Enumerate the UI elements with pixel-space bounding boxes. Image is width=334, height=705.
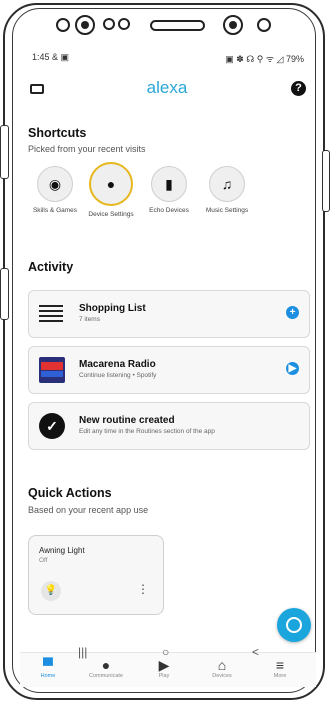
activity-card-routine[interactable]: ✓ New routine created Edit any time in t… <box>28 402 310 450</box>
shortcut-circle: ◉ <box>37 166 73 202</box>
shortcuts-subtitle: Picked from your recent visits <box>28 144 146 154</box>
shortcut-skills-games[interactable]: ◉ Skills & Games <box>28 166 82 215</box>
card-meta: Continue listening • Spotify <box>79 372 157 379</box>
speaker-grille <box>150 20 205 31</box>
device-icon: ● <box>106 176 116 192</box>
sensor-icon <box>103 18 115 30</box>
recent-apps-icon[interactable]: ||| <box>78 645 87 659</box>
power-button <box>322 150 330 212</box>
echo-device-icon: ▮ <box>165 175 173 192</box>
nav-label: Devices <box>212 673 232 679</box>
shortcut-circle: ▮ <box>151 166 187 202</box>
shortcuts-title: Shortcuts <box>28 126 87 140</box>
shortcuts-row: ◉ Skills & Games ● Device Settings ▮ Ech… <box>28 162 308 236</box>
card-meta: 7 items <box>79 316 100 323</box>
alexa-voice-button[interactable] <box>277 608 311 642</box>
sensor-icon <box>257 18 271 32</box>
status-right: ▣ ✽ ☊ ⚲ ᯤ ◿ 79% <box>225 52 304 65</box>
album-art <box>39 357 65 383</box>
shortcut-device-settings[interactable]: ● Device Settings <box>84 162 138 219</box>
shortcut-music-settings[interactable]: ♫ Music Settings <box>200 166 254 215</box>
activity-card-shopping-list[interactable]: Shopping List 7 items + <box>28 290 310 338</box>
app-bar: alexa ? <box>22 78 312 104</box>
help-icon[interactable]: ? <box>291 81 306 96</box>
camera-icon <box>223 15 243 35</box>
status-right-icons: ▣ ✽ ☊ ⚲ ᯤ ◿ <box>225 54 284 64</box>
sensor-icon <box>118 18 130 30</box>
card-meta: Edit any time in the Routines section of… <box>79 428 215 435</box>
battery-level: 79% <box>285 54 304 64</box>
nav-label: More <box>273 673 287 679</box>
phone-top-hardware <box>0 14 334 40</box>
shortcut-circle: ● <box>89 162 133 206</box>
card-title: Macarena Radio <box>79 359 156 370</box>
nav-label: Home <box>40 673 56 679</box>
nav-label: Play <box>158 673 170 679</box>
card-title: Shopping List <box>79 303 146 314</box>
quick-action-state: Off <box>39 557 48 564</box>
shortcut-label: Skills & Games <box>32 207 78 214</box>
sensor-icon <box>56 18 70 32</box>
side-button <box>0 268 9 320</box>
quick-action-title: Awning Light <box>39 546 85 555</box>
music-note-icon: ♫ <box>221 176 233 192</box>
location-pin-icon: ◉ <box>48 175 62 192</box>
status-left-icons: & ▣ <box>52 52 70 62</box>
shortcut-label: Echo Devices <box>149 207 189 214</box>
shortcut-echo-devices[interactable]: ▮ Echo Devices <box>142 166 196 215</box>
light-bulb-icon[interactable]: 💡 <box>41 581 61 601</box>
system-navigation: ||| ○ < <box>22 645 312 667</box>
play-icon[interactable]: ▶ <box>286 362 299 375</box>
card-title: New routine created <box>79 415 175 426</box>
shortcut-label: Music Settings <box>205 207 249 214</box>
home-button-icon[interactable]: ○ <box>162 645 169 659</box>
activity-card-radio[interactable]: Macarena Radio Continue listening • Spot… <box>28 346 310 394</box>
checkmark-icon: ✓ <box>39 413 65 439</box>
quick-actions-title: Quick Actions <box>28 486 112 500</box>
add-icon[interactable]: + <box>286 306 299 319</box>
alexa-logo: alexa <box>146 78 188 97</box>
status-bar: 1:45 & ▣ ▣ ✽ ☊ ⚲ ᯤ ◿ 79% <box>32 52 304 65</box>
status-left: 1:45 & ▣ <box>32 52 69 65</box>
front-camera-icon <box>75 15 95 35</box>
activity-title: Activity <box>28 260 74 274</box>
back-icon[interactable]: < <box>252 645 259 659</box>
quick-actions-subtitle: Based on your recent app use <box>28 505 149 515</box>
shortcut-label: Device Settings <box>88 211 134 218</box>
shortcut-circle: ♫ <box>209 166 245 202</box>
status-time: 1:45 <box>32 52 50 62</box>
more-options-icon[interactable]: ⋮ <box>137 582 149 596</box>
list-icon <box>39 301 65 331</box>
nav-label: Communicate <box>89 673 123 679</box>
volume-button <box>0 125 9 179</box>
quick-action-card-awning-light[interactable]: Awning Light Off 💡 ⋮ <box>28 535 164 615</box>
